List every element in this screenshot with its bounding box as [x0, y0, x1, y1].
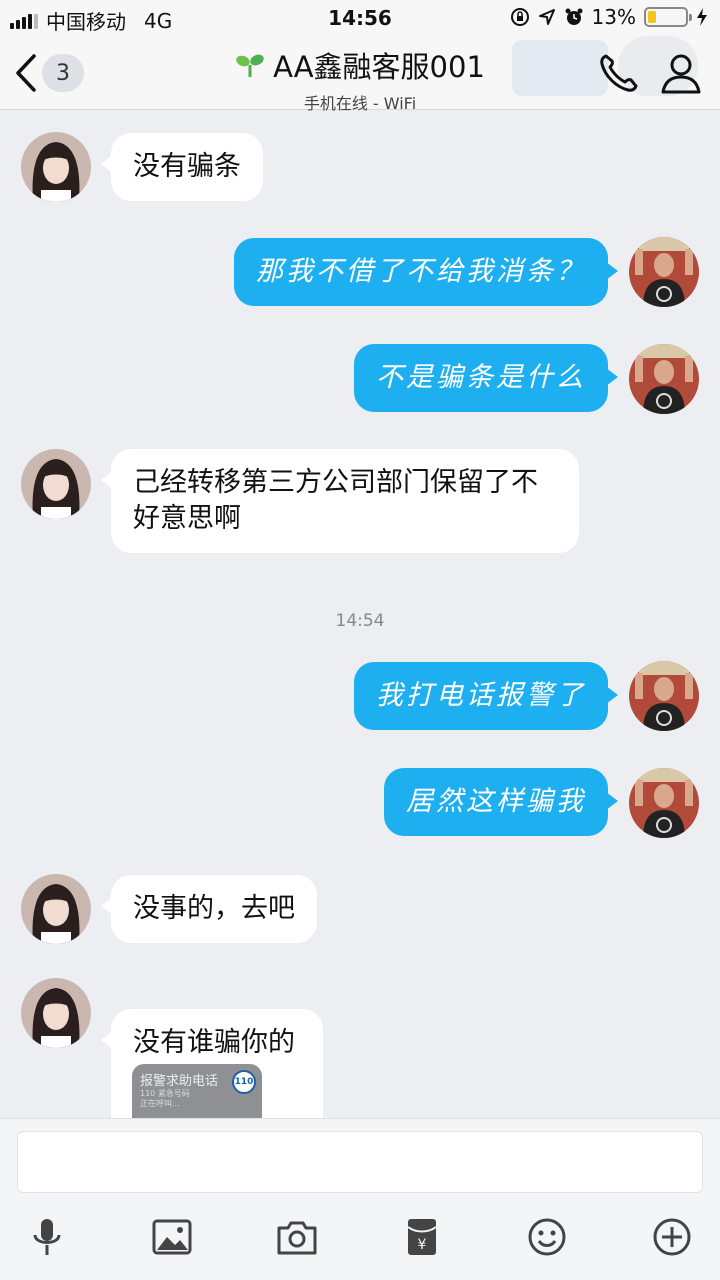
message-bubble-outgoing[interactable]: 我打电话报警了 — [354, 662, 618, 730]
user-avatar[interactable] — [629, 344, 699, 414]
message-list[interactable]: 没有骗条 那我不借了不给我消条？ 不是骗条是什么 己经转移第三方公司部门保留了不… — [0, 111, 720, 1118]
message-bubble-incoming[interactable]: 己经转移第三方公司部门保留了不好意思啊 — [101, 449, 579, 553]
plus-icon[interactable] — [650, 1215, 694, 1259]
emoji-icon[interactable] — [525, 1215, 569, 1259]
message-bubble-outgoing[interactable]: 居然这样骗我 — [384, 768, 618, 836]
message-text: 没有谁骗你的 — [133, 1027, 295, 1058]
message-bubble-incoming[interactable]: 没事的，去吧 — [101, 875, 317, 943]
battery-percent: 13% — [591, 5, 636, 29]
image-icon[interactable] — [150, 1215, 194, 1259]
police-110-icon: 110 — [232, 1070, 256, 1094]
contact-avatar[interactable] — [21, 874, 91, 944]
red-packet-icon[interactable]: ¥ — [400, 1215, 444, 1259]
emergency-call-card[interactable]: 报警求助电话 110 紧急号码 正在呼叫... 110 — [132, 1064, 262, 1118]
back-chevron-icon[interactable] — [10, 50, 46, 96]
page-title: AA鑫融客服001 — [273, 50, 485, 84]
charging-icon — [697, 8, 707, 26]
location-icon — [538, 9, 555, 25]
sprout-icon — [236, 54, 264, 77]
phone-icon[interactable] — [596, 50, 642, 96]
contact-avatar[interactable] — [21, 132, 91, 202]
contact-avatar[interactable] — [21, 449, 91, 519]
message-bubble-outgoing[interactable]: 不是骗条是什么 — [354, 344, 618, 412]
user-avatar[interactable] — [629, 661, 699, 731]
message-bubble-incoming[interactable]: 没有骗条 — [101, 133, 263, 201]
microphone-icon[interactable] — [25, 1215, 69, 1259]
status-bar: 中国移动 4G 14:56 13% — [0, 0, 720, 36]
message-input[interactable] — [17, 1131, 703, 1193]
battery-icon — [644, 7, 692, 27]
composer-toolbar: ¥ — [0, 1215, 720, 1263]
message-bubble-outgoing[interactable]: 那我不借了不给我消条？ — [234, 238, 618, 306]
chat-header: 3 AA鑫融客服001 手机在线 - WiFi — [0, 36, 720, 113]
message-timestamp: 14:54 — [335, 611, 385, 631]
user-avatar[interactable] — [629, 768, 699, 838]
contact-avatar[interactable] — [21, 978, 91, 1048]
composer: ¥ — [0, 1118, 720, 1280]
camera-icon[interactable] — [275, 1215, 319, 1259]
user-avatar[interactable] — [629, 237, 699, 307]
call-card-line2: 正在呼叫... — [140, 1099, 180, 1108]
orientation-lock-icon — [510, 8, 529, 26]
person-icon[interactable] — [658, 50, 704, 96]
svg-text:¥: ¥ — [418, 1237, 427, 1253]
unread-count-badge[interactable]: 3 — [42, 54, 84, 92]
alarm-icon — [565, 8, 583, 25]
